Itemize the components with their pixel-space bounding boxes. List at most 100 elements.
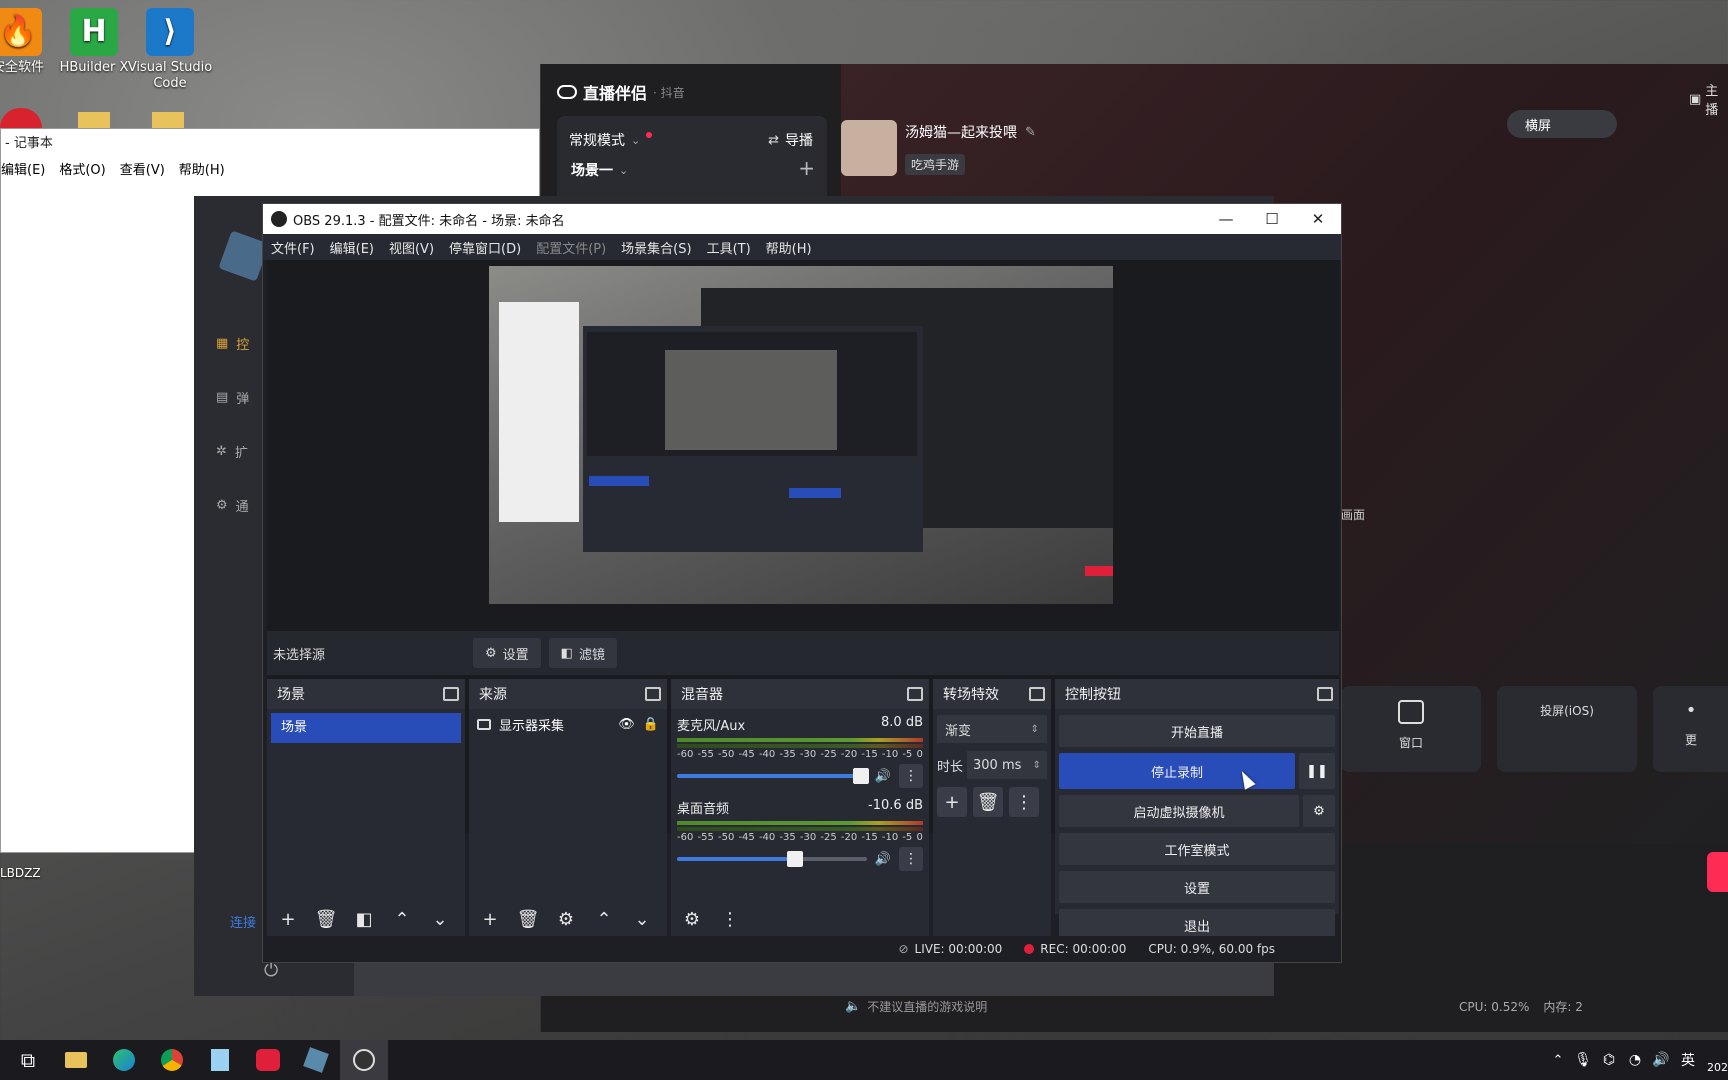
- desktop-icon-lbdzz-label[interactable]: LBDZZ: [0, 866, 41, 880]
- popout-icon[interactable]: [1317, 687, 1333, 701]
- volume-slider[interactable]: [677, 768, 870, 784]
- popout-icon[interactable]: [645, 687, 661, 701]
- launcher-item-extend[interactable]: ✲ 扩: [216, 442, 248, 461]
- studio-mode-button[interactable]: 工作室模式: [1059, 833, 1335, 865]
- notepad-app-icon[interactable]: [196, 1040, 244, 1080]
- douyin-live-app-icon[interactable]: [244, 1040, 292, 1080]
- maximize-icon[interactable]: ☐: [1249, 204, 1295, 234]
- chevron-up-icon[interactable]: ⌃: [387, 904, 417, 934]
- start-live-button[interactable]: [1707, 852, 1728, 892]
- launcher-app-icon[interactable]: [292, 1040, 340, 1080]
- add-icon[interactable]: +: [273, 904, 303, 934]
- top-right-link[interactable]: ▣ 主播: [1689, 80, 1728, 118]
- menu-edit[interactable]: 编辑(E): [330, 238, 374, 257]
- launcher-link[interactable]: 连接: [230, 912, 256, 931]
- launcher-item-control[interactable]: ▦ 控: [216, 334, 249, 353]
- menu-file[interactable]: 文件(F): [271, 238, 315, 257]
- speaker-icon[interactable]: 🔊: [875, 769, 891, 784]
- file-explorer-icon[interactable]: [52, 1040, 100, 1080]
- trash-icon[interactable]: 🗑: [973, 787, 1003, 817]
- task-view-icon[interactable]: ⧉: [4, 1040, 52, 1080]
- chrome-browser-icon[interactable]: [148, 1040, 196, 1080]
- launcher-item-danmaku[interactable]: ▤ 弹: [216, 388, 249, 407]
- notepad-menu-help[interactable]: 帮助(H): [179, 159, 225, 183]
- chevron-down-icon[interactable]: ⌄: [627, 904, 657, 934]
- menu-help[interactable]: 帮助(H): [766, 238, 812, 257]
- settings-button[interactable]: 设置: [1059, 871, 1335, 903]
- gear-icon: ⚙: [485, 645, 497, 661]
- input-language[interactable]: 英: [1674, 1040, 1702, 1080]
- start-virtual-camera-button[interactable]: 启动虚拟摄像机: [1059, 795, 1299, 827]
- network-icon[interactable]: ⌬: [1596, 1040, 1622, 1080]
- notepad-menu-edit[interactable]: 编辑(E): [1, 159, 45, 183]
- volume-knob[interactable]: [853, 768, 870, 784]
- category-tag[interactable]: 吃鸡手游: [905, 154, 966, 175]
- guide-button[interactable]: ⇄ 导播: [768, 130, 813, 150]
- more-options-icon[interactable]: ⋮: [1009, 787, 1039, 817]
- menu-docks[interactable]: 停靠窗口(D): [449, 238, 521, 257]
- trash-icon[interactable]: 🗑: [513, 904, 543, 934]
- close-icon[interactable]: ✕: [1295, 204, 1341, 234]
- add-scene-icon[interactable]: +: [798, 156, 815, 180]
- source-filters-button[interactable]: ◧ 滤镜: [548, 638, 617, 668]
- obs-titlebar[interactable]: OBS 29.1.3 - 配置文件: 未命名 - 场景: 未命名 — ☐ ✕: [263, 204, 1341, 234]
- duration-spinbox[interactable]: 300 ms ⇕: [967, 751, 1047, 779]
- more-options-icon[interactable]: ⋮: [899, 764, 923, 788]
- volume-knob[interactable]: [786, 851, 803, 867]
- menu-tools[interactable]: 工具(T): [707, 238, 751, 257]
- clock[interactable]: 202: [1702, 1040, 1728, 1080]
- bottom-note[interactable]: 🔈 不建议直播的游戏说明: [845, 998, 987, 1015]
- gear-icon[interactable]: ⚙: [551, 904, 581, 934]
- volume-slider[interactable]: [677, 851, 867, 867]
- obs-app-icon[interactable]: [340, 1040, 388, 1080]
- eye-icon[interactable]: 👁: [618, 717, 635, 732]
- advanced-audio-gear-icon[interactable]: ⚙: [677, 904, 707, 934]
- virtual-camera-settings-button[interactable]: ⚙: [1303, 795, 1335, 827]
- stop-record-button[interactable]: 停止录制: [1059, 753, 1295, 789]
- notepad-menu-view[interactable]: 查看(V): [120, 159, 165, 183]
- updown-icon[interactable]: ⇕: [1033, 760, 1041, 771]
- lock-icon[interactable]: 🔒: [643, 717, 659, 732]
- tile-more[interactable]: • 更: [1653, 686, 1728, 772]
- microphone-icon[interactable]: 🎙: [1570, 1040, 1596, 1080]
- volume-icon[interactable]: 🔊: [1648, 1040, 1674, 1080]
- filter-icon[interactable]: ◧: [349, 904, 379, 934]
- menu-profile[interactable]: 配置文件(P): [536, 238, 606, 257]
- mode-selector[interactable]: 常规模式 ⌄: [569, 130, 653, 150]
- scene-list-item[interactable]: 场景: [271, 713, 461, 743]
- transition-select[interactable]: 渐变 ⇕: [937, 715, 1047, 743]
- power-icon[interactable]: ⏻: [264, 960, 278, 981]
- scenes-dock-header: 场景: [267, 679, 465, 709]
- tile-window[interactable]: 窗口: [1341, 686, 1481, 772]
- popout-icon[interactable]: [443, 687, 459, 701]
- edit-icon[interactable]: ✎: [1025, 125, 1036, 140]
- wifi-icon[interactable]: ◔: [1622, 1040, 1648, 1080]
- hbuilder-icon: H: [70, 8, 118, 56]
- streamer-avatar[interactable]: [841, 120, 897, 176]
- minimize-icon[interactable]: —: [1203, 204, 1249, 234]
- chevron-up-icon[interactable]: ⌃: [1546, 1040, 1570, 1080]
- tile-ios-cast[interactable]: 投屏(iOS): [1497, 686, 1637, 772]
- menu-view[interactable]: 视图(V): [389, 238, 434, 257]
- trash-icon[interactable]: 🗑: [311, 904, 341, 934]
- popout-icon[interactable]: [907, 687, 923, 701]
- source-list-item[interactable]: 显示器采集 👁 🔒: [469, 709, 667, 739]
- more-options-icon[interactable]: ⋮: [899, 847, 923, 871]
- notepad-menu-format[interactable]: 格式(O): [59, 159, 105, 183]
- more-options-icon[interactable]: ⋮: [715, 904, 745, 934]
- launcher-item-general[interactable]: ⚙ 通: [216, 496, 249, 515]
- speaker-icon[interactable]: 🔊: [875, 852, 891, 867]
- start-stream-button[interactable]: 开始直播: [1059, 715, 1335, 747]
- source-settings-button[interactable]: ⚙ 设置: [473, 638, 541, 668]
- desktop-icon-vscode[interactable]: ⟩ Visual Studio Code: [122, 8, 218, 92]
- chevron-up-icon[interactable]: ⌃: [589, 904, 619, 934]
- pause-record-button[interactable]: ❚❚: [1299, 753, 1335, 789]
- edge-browser-icon[interactable]: [100, 1040, 148, 1080]
- add-icon[interactable]: +: [475, 904, 505, 934]
- orientation-toggle[interactable]: 横屏: [1507, 110, 1617, 138]
- chevron-down-icon[interactable]: ⌄: [425, 904, 455, 934]
- scene-selector[interactable]: 场景一 ⌄: [571, 160, 628, 180]
- menu-scene-collection[interactable]: 场景集合(S): [621, 238, 691, 257]
- popout-icon[interactable]: [1029, 687, 1045, 701]
- add-icon[interactable]: +: [937, 787, 967, 817]
